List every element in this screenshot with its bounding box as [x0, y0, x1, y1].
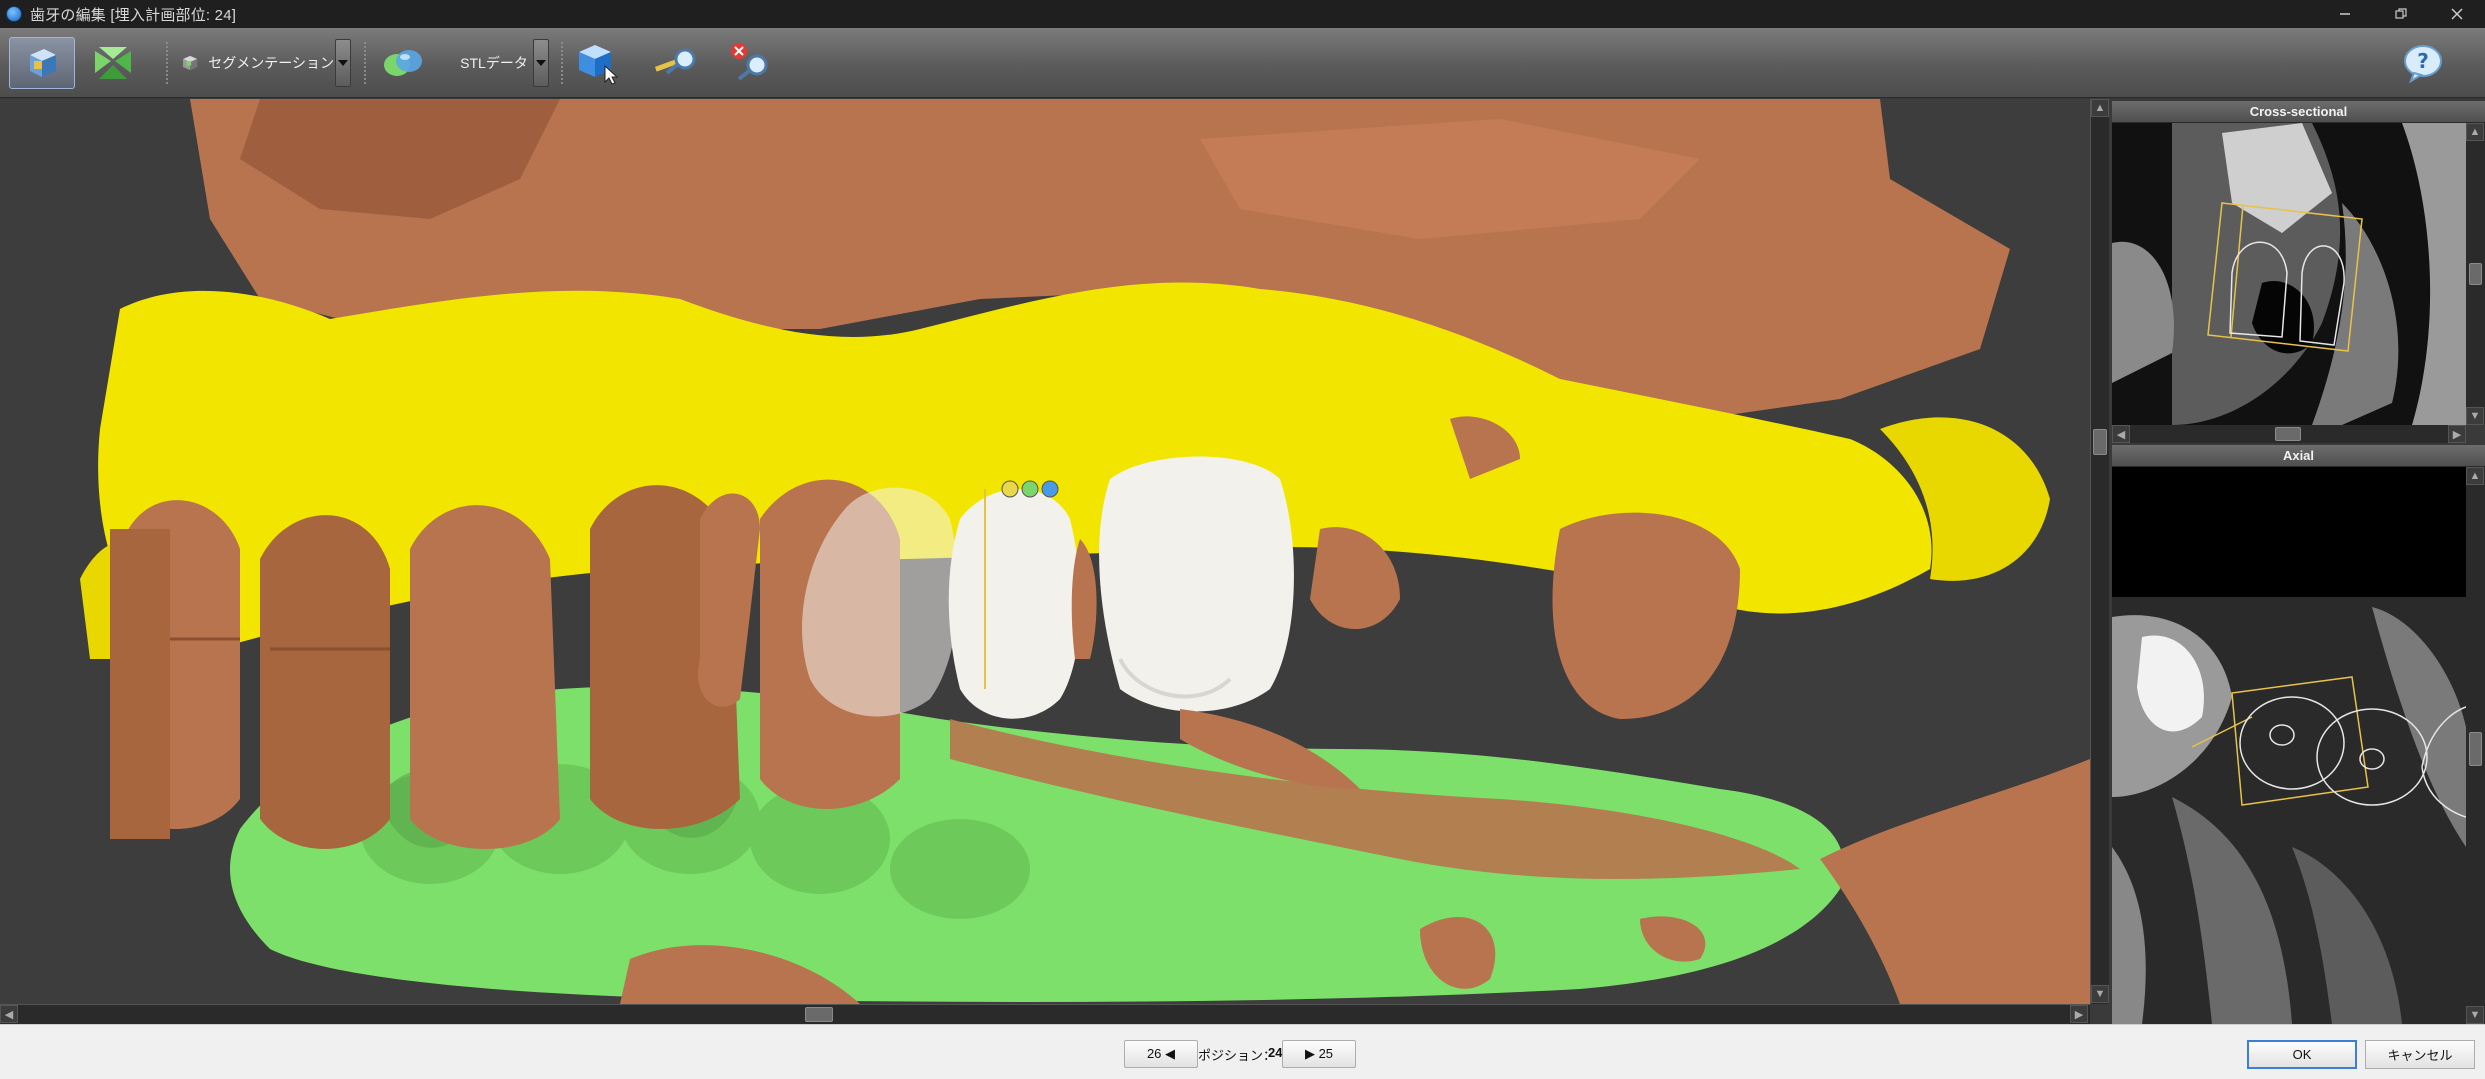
segmentation-cube-icon — [183, 55, 198, 71]
toolbar-separator — [561, 42, 563, 84]
previous-position-button[interactable]: 26 ◀ — [1124, 1040, 1198, 1068]
magnify-tool-icon — [654, 48, 696, 75]
viewport-vertical-scrollbar[interactable]: ▲ ▼ — [2090, 99, 2109, 1004]
bottom-bar: 26 ◀ ポジション： 24 ▶ 25 OK キャンセル — [0, 1024, 2485, 1079]
side-panels: Cross-sectional ▲ ▼ ◀ ▶ Axial ▲ ▼ — [2112, 99, 2485, 1024]
merge-spheres-button[interactable] — [376, 37, 430, 89]
ok-button[interactable]: OK — [2247, 1040, 2357, 1069]
view-3d-button[interactable] — [9, 37, 75, 89]
merge-spheres-icon — [384, 50, 422, 76]
vertical-scroll-thumb[interactable] — [2093, 429, 2107, 455]
axial-vscrollbar[interactable]: ▲ ▼ — [2466, 467, 2485, 1024]
axial-header: Axial — [2112, 445, 2485, 467]
segmentation-label: セグメンテーション — [208, 55, 334, 71]
stl-data-button[interactable]: STLデータ — [455, 37, 533, 89]
axial-view[interactable] — [2112, 467, 2466, 1024]
cross-sectional-vscrollbar[interactable]: ▲ ▼ — [2466, 123, 2485, 425]
delete-magnify-icon — [731, 43, 768, 81]
cube-pointer-button[interactable] — [573, 37, 623, 89]
scroll-right-icon[interactable]: ▶ — [2070, 1005, 2088, 1023]
vertical-scroll-thumb[interactable] — [2469, 263, 2482, 285]
magnify-tool-button[interactable] — [650, 37, 706, 89]
vertical-scroll-thumb[interactable] — [2469, 732, 2482, 766]
cross-sectional-header: Cross-sectional — [2112, 101, 2485, 123]
scroll-up-icon[interactable]: ▲ — [2466, 123, 2484, 141]
crosshair-view-icon — [95, 47, 131, 79]
dental-3d-viewport[interactable] — [0, 99, 2090, 1004]
crosshair-view-button[interactable] — [82, 37, 144, 89]
window-controls — [2317, 0, 2485, 28]
scroll-up-icon[interactable]: ▲ — [2091, 99, 2109, 117]
segmentation-button[interactable]: セグメンテーション — [180, 37, 334, 89]
main-toolbar: セグメンテーション STLデータ ? — [0, 28, 2485, 98]
viewport-horizontal-scrollbar[interactable]: ◀ ▶ — [0, 1004, 2090, 1024]
stl-data-label: STLデータ — [460, 55, 528, 71]
tooth-editor-window: 歯牙の編集 [埋入計画部位: 24] セグメンテーション STLデータ ? ▲ … — [0, 0, 2485, 1079]
delete-magnify-button[interactable] — [722, 37, 778, 89]
help-button[interactable]: ? — [2398, 37, 2448, 89]
scroll-down-icon[interactable]: ▼ — [2466, 1006, 2484, 1024]
restore-icon[interactable] — [2373, 0, 2429, 28]
cancel-button[interactable]: キャンセル — [2365, 1040, 2475, 1069]
segmentation-dropdown[interactable] — [335, 39, 351, 87]
crown-tooth-24 — [948, 489, 1081, 719]
toolbar-separator — [364, 42, 366, 84]
help-icon: ? — [2404, 45, 2442, 83]
cross-sectional-hscrollbar[interactable]: ◀ ▶ — [2112, 425, 2466, 443]
horizontal-scroll-thumb[interactable] — [2275, 427, 2301, 441]
next-position-button[interactable]: ▶ 25 — [1282, 1040, 1356, 1068]
close-icon[interactable] — [2429, 0, 2485, 28]
window-title: 歯牙の編集 [埋入計画部位: 24] — [30, 6, 237, 24]
view-3d-icon — [30, 49, 56, 77]
scroll-left-icon[interactable]: ◀ — [2112, 425, 2130, 443]
position-value: 24 — [1268, 1045, 1283, 1060]
app-info-icon — [6, 6, 22, 22]
scroll-down-icon[interactable]: ▼ — [2091, 985, 2109, 1003]
scroll-left-icon[interactable]: ◀ — [0, 1005, 18, 1023]
scroll-up-icon[interactable]: ▲ — [2466, 467, 2484, 485]
horizontal-scroll-thumb[interactable] — [805, 1007, 833, 1022]
scroll-down-icon[interactable]: ▼ — [2466, 407, 2484, 425]
svg-text:?: ? — [2417, 49, 2429, 73]
cube-pointer-icon — [579, 45, 619, 85]
scroll-right-icon[interactable]: ▶ — [2448, 425, 2466, 443]
minimize-icon[interactable] — [2317, 0, 2373, 28]
stl-data-dropdown[interactable] — [533, 39, 549, 87]
title-bar: 歯牙の編集 [埋入計画部位: 24] — [0, 0, 2485, 28]
position-label: ポジション： — [1198, 1048, 1277, 1063]
toolbar-separator — [166, 42, 168, 84]
cross-sectional-view[interactable] — [2112, 123, 2466, 425]
